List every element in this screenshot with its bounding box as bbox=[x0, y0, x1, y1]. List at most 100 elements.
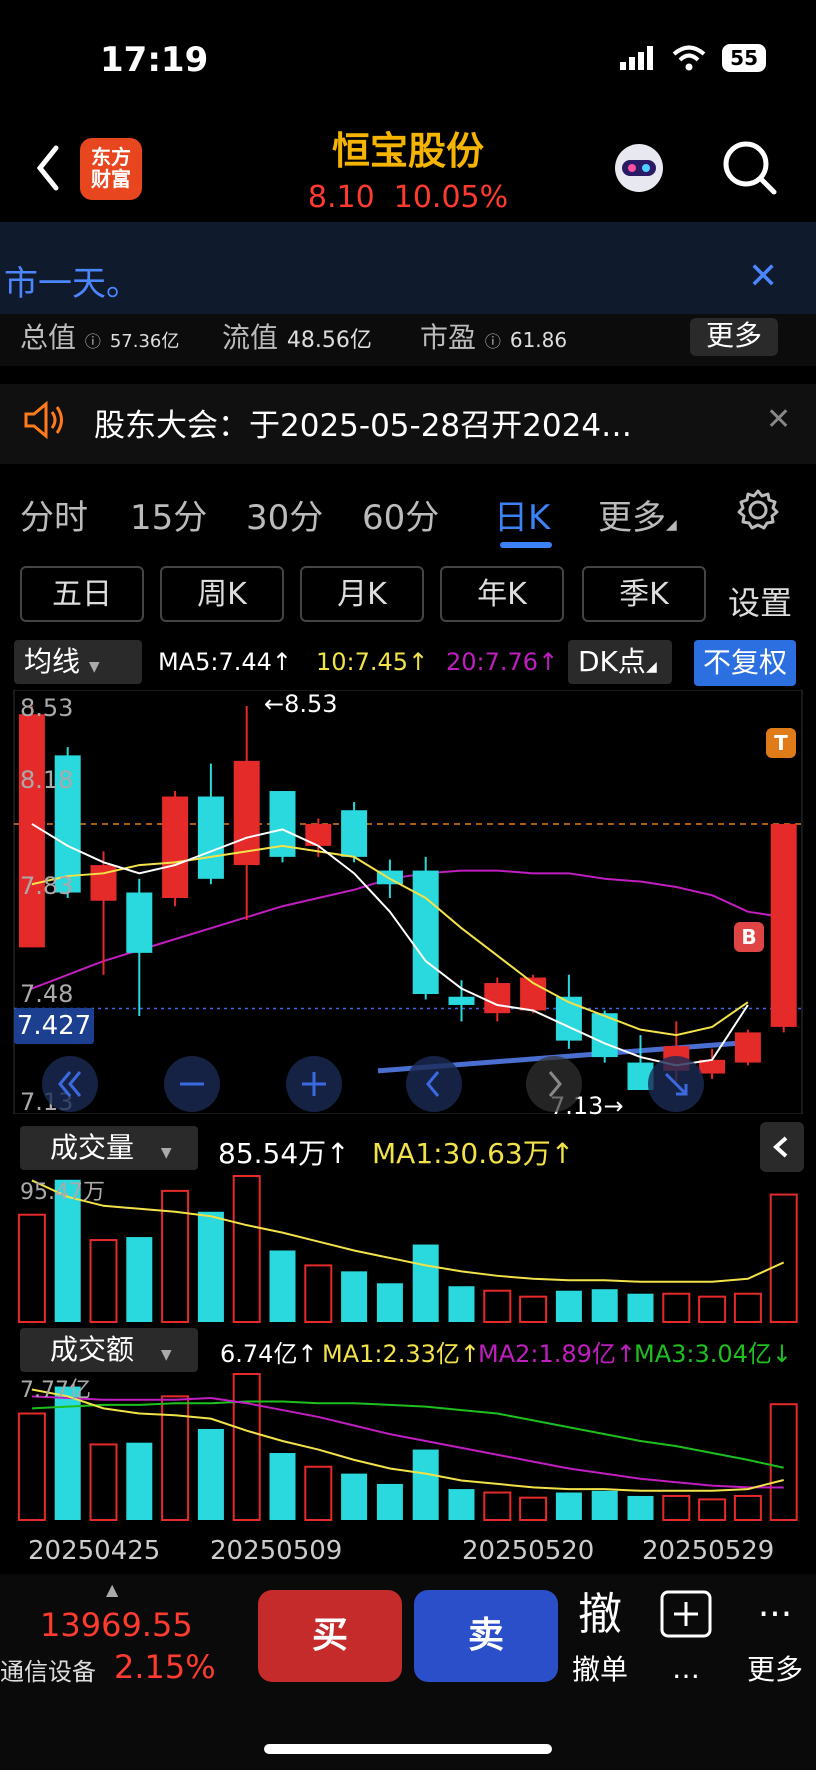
scroll-left-fast-icon[interactable] bbox=[40, 1054, 100, 1114]
candle-body bbox=[555, 996, 582, 1041]
settings-link[interactable]: 设置 bbox=[728, 578, 792, 624]
amount-bar bbox=[769, 1403, 798, 1521]
cancel-order-button[interactable]: 撤 撤单 bbox=[570, 1590, 630, 1688]
gear-icon[interactable] bbox=[736, 488, 780, 532]
status-indicators: 55 bbox=[620, 44, 766, 72]
robot-assistant-icon[interactable] bbox=[608, 138, 670, 200]
volume-bar bbox=[769, 1193, 798, 1323]
volume-bar bbox=[17, 1213, 46, 1323]
stat-pe-label: 市盈 bbox=[420, 321, 477, 354]
tab-more[interactable]: 更多◢ bbox=[598, 490, 677, 539]
sell-button[interactable]: 卖 bbox=[414, 1590, 558, 1682]
volume-bar bbox=[232, 1175, 261, 1323]
cancel-label: 撤单 bbox=[571, 1653, 628, 1686]
date-label-3: 20250520 bbox=[462, 1536, 595, 1566]
notice-text[interactable]: 股东大会：于2025-05-28召开2024… bbox=[94, 400, 632, 445]
dk-point-button[interactable]: DK点◢ bbox=[568, 640, 672, 684]
no-adjust-button[interactable]: 不复权 bbox=[694, 640, 796, 686]
ma20-value: 20:7.76↑ bbox=[446, 648, 559, 676]
volume-bar bbox=[483, 1289, 512, 1324]
volume-bar bbox=[197, 1211, 224, 1322]
b-marker[interactable]: B bbox=[734, 922, 764, 952]
amount-chart[interactable] bbox=[0, 1370, 816, 1522]
amount-bar bbox=[376, 1483, 403, 1520]
tab-more-label: 更多 bbox=[598, 498, 666, 538]
buy-button[interactable]: 买 bbox=[258, 1590, 402, 1682]
tab-30min[interactable]: 30分 bbox=[246, 490, 323, 539]
candle-body bbox=[341, 810, 368, 857]
weekly-k-button[interactable]: 周K bbox=[160, 566, 284, 622]
fullscreen-icon[interactable] bbox=[646, 1054, 706, 1114]
ma-selector[interactable]: 均线 ▼ bbox=[14, 640, 142, 684]
volume-bar bbox=[89, 1239, 118, 1323]
stat-float-value: 48.56亿 bbox=[286, 328, 372, 353]
add-label: … bbox=[672, 1652, 700, 1685]
add-button[interactable]: … bbox=[656, 1590, 716, 1685]
search-icon[interactable] bbox=[720, 138, 780, 198]
amount-bar bbox=[304, 1465, 333, 1521]
scroll-right-icon[interactable] bbox=[524, 1054, 584, 1114]
dropdown-icon: ▼ bbox=[88, 659, 100, 675]
kline-chart[interactable] bbox=[0, 690, 816, 1114]
amount-bar bbox=[483, 1491, 512, 1521]
zoom-out-icon[interactable] bbox=[162, 1054, 222, 1114]
scroll-left-icon[interactable] bbox=[404, 1054, 464, 1114]
tab-daily-k[interactable]: 日K bbox=[494, 490, 550, 539]
chevron-left-icon bbox=[773, 1136, 788, 1158]
help-icon: ⓘ bbox=[84, 332, 101, 351]
stat-total: 总值 ⓘ 57.36亿 bbox=[20, 316, 179, 356]
stat-total-label: 总值 bbox=[20, 321, 77, 354]
volume-selector[interactable]: 成交量 ▼ bbox=[20, 1126, 198, 1170]
stats-more-button[interactable]: 更多 bbox=[690, 318, 778, 356]
index-name: 通信设备 bbox=[0, 1658, 96, 1686]
tab-fenshi[interactable]: 分时 bbox=[20, 490, 88, 539]
t-marker[interactable]: T bbox=[766, 728, 796, 758]
notice-close-icon[interactable]: ✕ bbox=[766, 402, 791, 437]
date-label-4: 20250529 bbox=[642, 1536, 775, 1566]
volume-max-label: 95.47万 bbox=[20, 1180, 105, 1205]
volume-bar bbox=[698, 1295, 727, 1323]
amount-ma2: MA2:1.89亿↑ bbox=[478, 1340, 637, 1368]
candle-body bbox=[18, 714, 45, 948]
volume-chart[interactable] bbox=[0, 1172, 816, 1324]
stat-pe: 市盈 ⓘ 61.86 bbox=[420, 316, 567, 356]
dk-label: DK点 bbox=[578, 645, 646, 678]
banner-close-icon[interactable]: ✕ bbox=[748, 256, 778, 297]
yearly-k-button[interactable]: 年K bbox=[440, 566, 564, 622]
amount-bar bbox=[627, 1495, 654, 1520]
cancel-glyph: 撤 bbox=[578, 1589, 622, 1640]
wifi-icon bbox=[672, 45, 706, 71]
tab-15min[interactable]: 15分 bbox=[130, 490, 207, 539]
amount-value: 6.74亿↑ bbox=[220, 1340, 318, 1368]
volume-bar bbox=[733, 1292, 762, 1323]
collapse-button[interactable] bbox=[760, 1122, 804, 1172]
five-day-button[interactable]: 五日 bbox=[20, 566, 144, 622]
signal-icon bbox=[620, 46, 654, 70]
amount-bar bbox=[17, 1412, 46, 1521]
volume-bar bbox=[555, 1290, 582, 1322]
quarterly-k-button[interactable]: 季K bbox=[582, 566, 706, 622]
speaker-icon bbox=[24, 400, 63, 440]
help-icon: ⓘ bbox=[484, 332, 501, 351]
monthly-k-button[interactable]: 月K bbox=[300, 566, 424, 622]
banner-text[interactable]: 市一天。 bbox=[4, 256, 140, 305]
volume-ma1: MA1:30.63万↑ bbox=[372, 1137, 575, 1170]
amount-bar bbox=[89, 1443, 118, 1521]
stock-price: 8.10 bbox=[307, 180, 375, 215]
volume-bar bbox=[126, 1237, 153, 1322]
plus-box-icon bbox=[660, 1590, 712, 1638]
dropdown-triangle-icon: ◢ bbox=[645, 659, 657, 675]
amount-bar bbox=[555, 1492, 582, 1520]
index-value[interactable]: 13969.55 bbox=[40, 1606, 193, 1644]
amount-selector[interactable]: 成交额 ▼ bbox=[20, 1328, 198, 1372]
candle-body bbox=[412, 870, 439, 994]
stat-total-value: 57.36亿 bbox=[109, 331, 180, 352]
expand-up-icon[interactable]: ▲ bbox=[106, 1580, 118, 1599]
volume-bar bbox=[662, 1292, 691, 1323]
high-marker: ←8.53 bbox=[264, 690, 338, 718]
stock-price-line: 8.10 10.05% bbox=[0, 180, 816, 215]
zoom-in-icon[interactable] bbox=[284, 1054, 344, 1114]
ma-selector-label: 均线 bbox=[24, 645, 81, 678]
more-button[interactable]: ··· 更多 bbox=[740, 1590, 810, 1688]
tab-60min[interactable]: 60分 bbox=[362, 490, 439, 539]
